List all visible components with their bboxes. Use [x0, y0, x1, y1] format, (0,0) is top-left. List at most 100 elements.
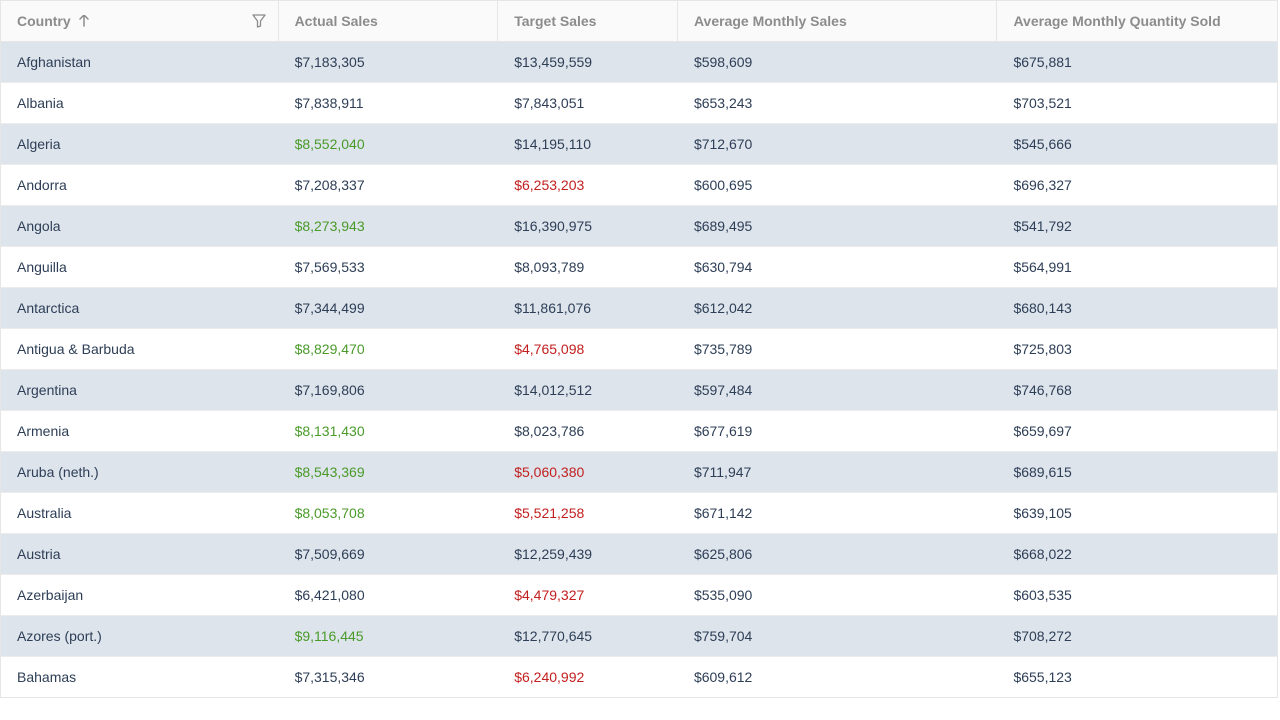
- cell-country: Australia: [1, 493, 279, 533]
- table-row[interactable]: Austria$7,509,669$12,259,439$625,806$668…: [1, 534, 1277, 575]
- cell-target-sales: $14,012,512: [498, 370, 678, 410]
- cell-avg-monthly-sales: $671,142: [678, 493, 997, 533]
- cell-avg-monthly-sales: $630,794: [678, 247, 997, 287]
- cell-target-sales: $7,843,051: [498, 83, 678, 123]
- table-row[interactable]: Algeria$8,552,040$14,195,110$712,670$545…: [1, 124, 1277, 165]
- cell-avg-monthly-qty: $659,697: [997, 411, 1277, 451]
- table-row[interactable]: Afghanistan$7,183,305$13,459,559$598,609…: [1, 42, 1277, 83]
- cell-avg-monthly-sales: $612,042: [678, 288, 997, 328]
- cell-avg-monthly-sales: $653,243: [678, 83, 997, 123]
- header-avg-monthly-qty[interactable]: Average Monthly Quantity Sold: [997, 1, 1277, 41]
- cell-actual-sales: $8,552,040: [279, 124, 499, 164]
- table-row[interactable]: Argentina$7,169,806$14,012,512$597,484$7…: [1, 370, 1277, 411]
- cell-target-sales: $8,093,789: [498, 247, 678, 287]
- table-row[interactable]: Aruba (neth.)$8,543,369$5,060,380$711,94…: [1, 452, 1277, 493]
- cell-target-sales: $13,459,559: [498, 42, 678, 82]
- cell-avg-monthly-sales: $600,695: [678, 165, 997, 205]
- table-row[interactable]: Armenia$8,131,430$8,023,786$677,619$659,…: [1, 411, 1277, 452]
- cell-target-sales: $5,521,258: [498, 493, 678, 533]
- cell-target-sales: $6,253,203: [498, 165, 678, 205]
- cell-target-sales: $5,060,380: [498, 452, 678, 492]
- cell-avg-monthly-sales: $759,704: [678, 616, 997, 656]
- cell-actual-sales: $7,509,669: [279, 534, 499, 574]
- cell-actual-sales: $9,116,445: [279, 616, 499, 656]
- cell-country: Algeria: [1, 124, 279, 164]
- cell-avg-monthly-qty: $655,123: [997, 657, 1277, 697]
- cell-target-sales: $11,861,076: [498, 288, 678, 328]
- cell-target-sales: $12,259,439: [498, 534, 678, 574]
- cell-avg-monthly-sales: $711,947: [678, 452, 997, 492]
- header-avg-monthly-sales[interactable]: Average Monthly Sales: [678, 1, 997, 41]
- cell-actual-sales: $8,543,369: [279, 452, 499, 492]
- cell-actual-sales: $7,315,346: [279, 657, 499, 697]
- table-row[interactable]: Azerbaijan$6,421,080$4,479,327$535,090$6…: [1, 575, 1277, 616]
- cell-actual-sales: $7,344,499: [279, 288, 499, 328]
- header-target-label: Target Sales: [514, 13, 596, 29]
- cell-country: Andorra: [1, 165, 279, 205]
- table-row[interactable]: Bahamas$7,315,346$6,240,992$609,612$655,…: [1, 657, 1277, 697]
- filter-icon[interactable]: [252, 14, 266, 28]
- cell-country: Armenia: [1, 411, 279, 451]
- table-row[interactable]: Antigua & Barbuda$8,829,470$4,765,098$73…: [1, 329, 1277, 370]
- cell-country: Afghanistan: [1, 42, 279, 82]
- cell-country: Anguilla: [1, 247, 279, 287]
- cell-avg-monthly-qty: $668,022: [997, 534, 1277, 574]
- cell-country: Albania: [1, 83, 279, 123]
- cell-avg-monthly-qty: $545,666: [997, 124, 1277, 164]
- cell-country: Azerbaijan: [1, 575, 279, 615]
- header-actual-label: Actual Sales: [295, 13, 378, 29]
- grid-body: Afghanistan$7,183,305$13,459,559$598,609…: [1, 42, 1277, 697]
- table-row[interactable]: Antarctica$7,344,499$11,861,076$612,042$…: [1, 288, 1277, 329]
- header-avg-sales-label: Average Monthly Sales: [694, 13, 847, 29]
- cell-avg-monthly-qty: $689,615: [997, 452, 1277, 492]
- cell-target-sales: $4,765,098: [498, 329, 678, 369]
- cell-target-sales: $14,195,110: [498, 124, 678, 164]
- cell-avg-monthly-qty: $680,143: [997, 288, 1277, 328]
- cell-avg-monthly-qty: $725,803: [997, 329, 1277, 369]
- cell-avg-monthly-qty: $675,881: [997, 42, 1277, 82]
- cell-avg-monthly-qty: $746,768: [997, 370, 1277, 410]
- cell-country: Bahamas: [1, 657, 279, 697]
- cell-avg-monthly-qty: $703,521: [997, 83, 1277, 123]
- cell-avg-monthly-sales: $598,609: [678, 42, 997, 82]
- cell-target-sales: $6,240,992: [498, 657, 678, 697]
- cell-actual-sales: $8,829,470: [279, 329, 499, 369]
- cell-avg-monthly-qty: $708,272: [997, 616, 1277, 656]
- cell-target-sales: $12,770,645: [498, 616, 678, 656]
- header-avg-qty-label: Average Monthly Quantity Sold: [1013, 13, 1220, 29]
- cell-actual-sales: $7,183,305: [279, 42, 499, 82]
- cell-country: Azores (port.): [1, 616, 279, 656]
- cell-target-sales: $8,023,786: [498, 411, 678, 451]
- table-row[interactable]: Albania$7,838,911$7,843,051$653,243$703,…: [1, 83, 1277, 124]
- cell-avg-monthly-sales: $689,495: [678, 206, 997, 246]
- header-row: Country Actual Sales Target Sales Averag…: [1, 1, 1277, 42]
- cell-country: Argentina: [1, 370, 279, 410]
- table-row[interactable]: Australia$8,053,708$5,521,258$671,142$63…: [1, 493, 1277, 534]
- header-country-label: Country: [17, 13, 71, 29]
- cell-actual-sales: $8,131,430: [279, 411, 499, 451]
- cell-actual-sales: $7,208,337: [279, 165, 499, 205]
- cell-actual-sales: $7,169,806: [279, 370, 499, 410]
- cell-actual-sales: $8,053,708: [279, 493, 499, 533]
- cell-actual-sales: $7,838,911: [279, 83, 499, 123]
- table-row[interactable]: Angola$8,273,943$16,390,975$689,495$541,…: [1, 206, 1277, 247]
- table-row[interactable]: Anguilla$7,569,533$8,093,789$630,794$564…: [1, 247, 1277, 288]
- cell-avg-monthly-sales: $712,670: [678, 124, 997, 164]
- table-row[interactable]: Azores (port.)$9,116,445$12,770,645$759,…: [1, 616, 1277, 657]
- cell-avg-monthly-sales: $597,484: [678, 370, 997, 410]
- cell-avg-monthly-sales: $535,090: [678, 575, 997, 615]
- cell-target-sales: $16,390,975: [498, 206, 678, 246]
- table-row[interactable]: Andorra$7,208,337$6,253,203$600,695$696,…: [1, 165, 1277, 206]
- cell-avg-monthly-sales: $625,806: [678, 534, 997, 574]
- header-target-sales[interactable]: Target Sales: [498, 1, 678, 41]
- data-grid: Country Actual Sales Target Sales Averag…: [0, 0, 1278, 698]
- header-country[interactable]: Country: [1, 1, 279, 41]
- cell-avg-monthly-qty: $696,327: [997, 165, 1277, 205]
- cell-country: Antigua & Barbuda: [1, 329, 279, 369]
- cell-avg-monthly-qty: $564,991: [997, 247, 1277, 287]
- cell-target-sales: $4,479,327: [498, 575, 678, 615]
- cell-avg-monthly-qty: $639,105: [997, 493, 1277, 533]
- header-actual-sales[interactable]: Actual Sales: [279, 1, 499, 41]
- cell-country: Antarctica: [1, 288, 279, 328]
- cell-country: Angola: [1, 206, 279, 246]
